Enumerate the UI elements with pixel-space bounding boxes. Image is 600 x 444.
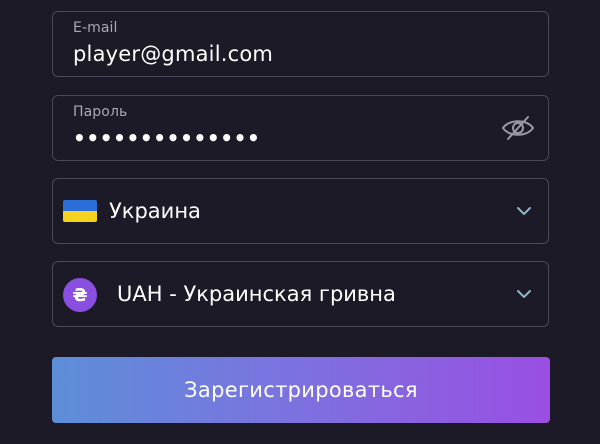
country-value: Украина xyxy=(109,199,201,223)
password-label: Пароль xyxy=(73,104,128,120)
ukraine-flag-icon xyxy=(63,200,97,222)
eye-off-icon[interactable] xyxy=(500,114,536,142)
email-value[interactable]: player@gmail.com xyxy=(73,42,273,66)
currency-value: UAH - Украинская гривна xyxy=(117,282,396,306)
register-button[interactable]: Зарегистрироваться xyxy=(52,357,550,423)
hryvnia-icon: ₴ xyxy=(63,278,97,312)
password-field[interactable]: Пароль •••••••••••••• xyxy=(52,95,549,161)
chevron-down-icon[interactable] xyxy=(516,203,532,219)
country-select[interactable]: Украина xyxy=(52,178,549,244)
password-value[interactable]: •••••••••••••• xyxy=(73,126,260,150)
chevron-down-icon[interactable] xyxy=(516,286,532,302)
registration-form: E-mail player@gmail.com Пароль •••••••••… xyxy=(0,0,600,444)
currency-select[interactable]: ₴ UAH - Украинская гривна xyxy=(52,261,549,327)
email-label: E-mail xyxy=(73,20,118,36)
email-field[interactable]: E-mail player@gmail.com xyxy=(52,11,549,77)
